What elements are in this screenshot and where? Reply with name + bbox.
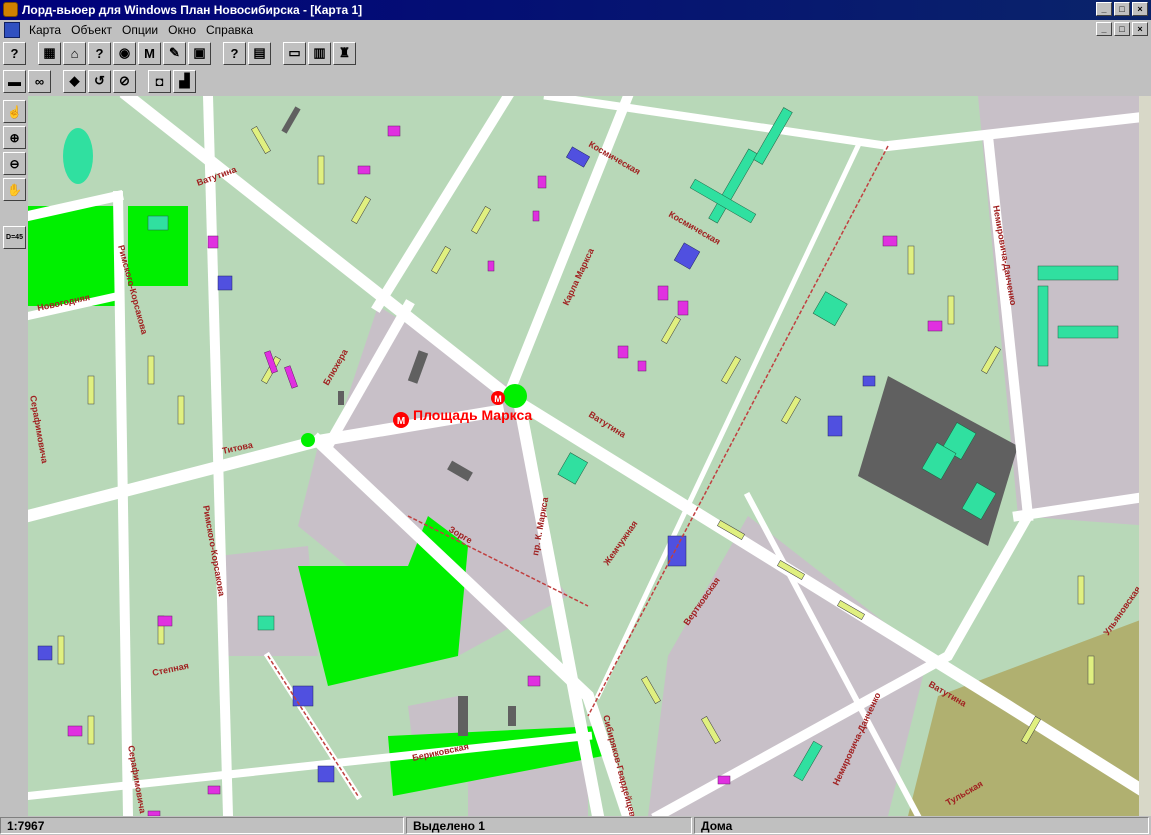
chart-icon[interactable]: ▟ — [173, 69, 196, 93]
menu-map[interactable]: Карта — [24, 23, 66, 37]
map-canvas[interactable]: M M Площадь Маркса Титова Блюхера пр. К.… — [28, 96, 1151, 816]
secondary-toolbar: ▬ ∞ ◆ ↺ ⊘ ◘ ▟ — [0, 67, 1151, 95]
side-toolbar: ☝ ⊕ ⊖ ✋ D=45 — [0, 96, 28, 816]
object-icon[interactable]: ◘ — [148, 69, 171, 93]
metro-icon[interactable]: M — [393, 412, 409, 428]
question-book-icon[interactable]: ? — [88, 41, 111, 65]
stadium — [63, 128, 93, 184]
undo-icon[interactable]: ↺ — [88, 69, 111, 93]
window-title: Лорд-вьюер для Windows План Новосибирска… — [22, 3, 363, 17]
chair-icon[interactable]: ♜ — [333, 41, 356, 65]
zoom-in-icon[interactable]: ⊕ — [3, 126, 26, 149]
binoculars-icon[interactable]: ∞ — [28, 69, 51, 93]
no-ruler-icon[interactable]: ⊘ — [113, 69, 136, 93]
metro-icon[interactable]: M — [138, 41, 161, 65]
menu-options[interactable]: Опции — [117, 23, 163, 37]
doc-close-button[interactable]: × — [1132, 22, 1148, 36]
menu-object[interactable]: Объект — [66, 23, 117, 37]
svg-text:M: M — [397, 416, 405, 427]
zoom-out-icon[interactable]: ⊖ — [3, 152, 26, 175]
doc-restore-button[interactable]: □ — [1114, 22, 1130, 36]
menu-window[interactable]: Окно — [163, 23, 201, 37]
map-scrollbar[interactable] — [1139, 96, 1151, 816]
pan-hand-icon[interactable]: ✋ — [3, 178, 26, 201]
house-icon[interactable]: ⌂ — [63, 41, 86, 65]
frame-icon[interactable]: ▣ — [188, 41, 211, 65]
minimize-button[interactable]: _ — [1096, 2, 1112, 16]
metro-icon-2[interactable]: M — [491, 391, 505, 405]
book-icon[interactable]: ▤ — [248, 41, 271, 65]
pen-icon[interactable]: ✎ — [163, 41, 186, 65]
main-toolbar: ? ▦ ⌂? ◉ M ✎ ▣? ▤ ▭ ▥ ♜ — [0, 39, 1151, 67]
open-book-icon[interactable]: ▥ — [308, 41, 331, 65]
layers-icon[interactable]: ◆ — [63, 69, 86, 93]
metro-station-label: Площадь Маркса — [413, 407, 532, 423]
app-icon — [3, 2, 18, 17]
document-icon[interactable] — [4, 21, 20, 38]
status-layer: Дома — [694, 817, 1149, 834]
status-scale: 1:7967 — [0, 817, 404, 834]
menu-help[interactable]: Справка — [201, 23, 258, 37]
svg-text:M: M — [494, 394, 502, 404]
doc-minimize-button[interactable]: _ — [1096, 22, 1112, 36]
plaza-area-sw — [218, 546, 318, 656]
park-west — [28, 206, 118, 306]
title-bar: Лорд-вьюер для Windows План Новосибирска… — [0, 0, 1151, 20]
print-icon[interactable]: ▬ — [3, 69, 26, 93]
close-button[interactable]: × — [1132, 2, 1148, 16]
select-hand-icon[interactable]: ☝ — [3, 100, 26, 123]
map-svg[interactable]: M M Площадь Маркса Титова Блюхера пр. К.… — [28, 96, 1151, 816]
metro-green-area — [503, 384, 527, 408]
status-bar: 1:7967 Выделено 1 Дома — [0, 816, 1151, 835]
context-help-icon[interactable]: ? — [223, 41, 246, 65]
map-select-icon[interactable]: ▦ — [38, 41, 61, 65]
help-icon[interactable]: ? — [3, 41, 26, 65]
menu-bar: Карта Объект Опции Окно Справка — [0, 20, 1151, 39]
status-selected: Выделено 1 — [406, 817, 692, 834]
computer-icon[interactable]: ▭ — [283, 41, 306, 65]
rotate-45-icon[interactable]: D=45 — [3, 226, 26, 249]
camera-icon[interactable]: ◉ — [113, 41, 136, 65]
app-window: Лорд-вьюер для Windows План Новосибирска… — [0, 0, 1151, 835]
maximize-button[interactable]: □ — [1114, 2, 1130, 16]
roundabout — [301, 433, 315, 447]
